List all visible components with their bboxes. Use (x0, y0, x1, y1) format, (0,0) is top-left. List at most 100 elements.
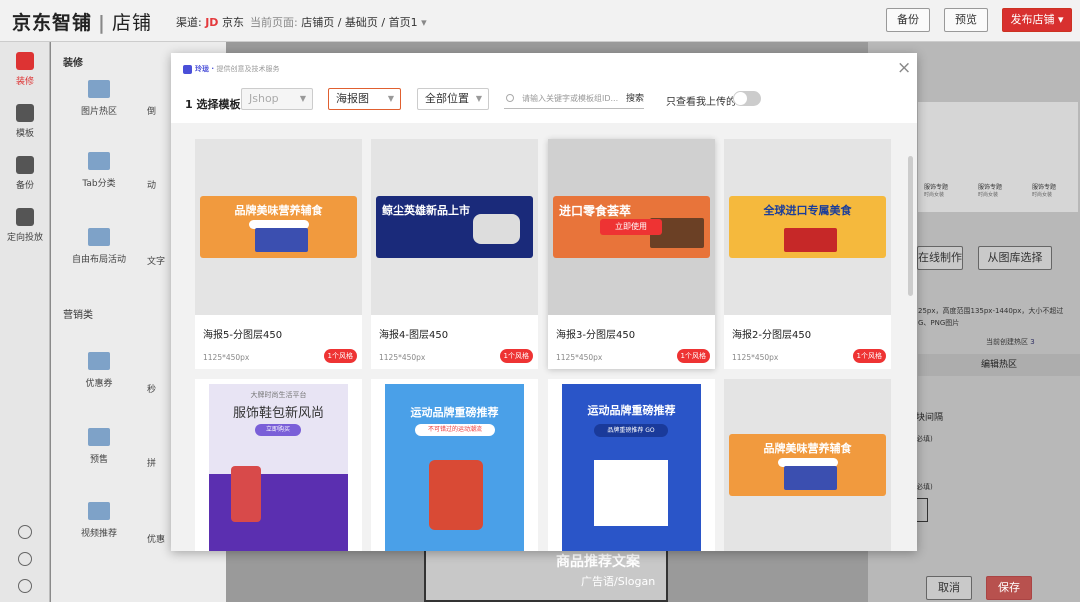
only-mine-label: 只查看我上传的 (666, 97, 736, 108)
folder-icon (88, 152, 110, 170)
canvas-copy-text: 商品推荐文案 (556, 554, 640, 570)
template-card[interactable]: 品牌美味营养辅食 (724, 379, 891, 551)
edit-hotzone-button[interactable]: 编辑热区 (918, 354, 1080, 376)
template-thumb: 运动品牌重磅推荐 不可错过的运动潮流 (385, 384, 524, 551)
template-thumb: 运动品牌重磅推荐 品牌重磅推荐 GO (562, 384, 701, 551)
help-icon[interactable] (18, 525, 32, 539)
hotzone-link[interactable]: 当前创建热区 3 (986, 337, 1035, 347)
clock-icon (88, 428, 110, 446)
style-badge[interactable]: 1个风格 (499, 349, 533, 363)
search-input[interactable]: 请输入关键字或模板组ID... 搜索 (504, 91, 644, 109)
canvas-banner[interactable]: 商品推荐文案 广告语/Slogan (424, 545, 668, 602)
nav-item-backup[interactable]: 备份 (0, 156, 50, 191)
poster-title: 运动品牌重磅推荐 (587, 404, 676, 417)
template-thumb: 品牌美味营养辅食 (195, 139, 362, 315)
template-card[interactable]: 全球进口专属美食 海报2-分图层450 1125*450px 1个风格 (724, 139, 891, 369)
banner-image: 全球进口专属美食 (729, 196, 886, 258)
product-image (783, 228, 838, 252)
template-card-hovered[interactable]: 进口零食荟萃 立即使用 海报3-分图层450 1125*450px 1个风格 (548, 139, 715, 369)
toggle-knob (734, 92, 747, 105)
poster-title: 服饰鞋包新风尚 (232, 406, 324, 421)
template-title: 海报4-图层450 (379, 330, 449, 341)
component-tab[interactable]: Tab分类 (59, 152, 139, 189)
position-select[interactable]: 全部位置 ▼ (417, 88, 489, 110)
vr-headset-image (473, 214, 521, 244)
image-label: 服饰专题 (924, 184, 949, 191)
template-thumb: 进口零食荟萃 立即使用 (548, 139, 715, 315)
template-card[interactable]: 大牌时尚生活平台 服饰鞋包新风尚 立即购买 (195, 379, 362, 551)
left-nav: 装修 模板 备份 定向投放 (0, 42, 50, 602)
modal-header: 玲珑 · 提供创意及技术服务 × 1 选择模板 Jshop ▼ 海报图 ▼ 全部位置… (171, 53, 917, 123)
banner-text: 全球进口专属美食 (763, 204, 852, 217)
search-button[interactable]: 搜索 (626, 91, 644, 107)
template-size: 1125*450px (203, 353, 250, 362)
component-free-layout[interactable]: 自由布局活动 (59, 228, 139, 265)
cancel-button[interactable]: 取消 (926, 576, 972, 600)
coupon-icon (88, 352, 110, 370)
chevron-down-icon: ▼ (299, 94, 306, 103)
online-make-button[interactable]: 在线制作 (917, 246, 963, 270)
poster-button: 不可错过的运动潮流 (415, 424, 495, 436)
hotzone-icon (88, 80, 110, 98)
template-select-modal: 玲珑 · 提供创意及技术服务 × 1 选择模板 Jshop ▼ 海报图 ▼ 全部位置… (171, 53, 917, 551)
platform-select[interactable]: Jshop ▼ (241, 88, 313, 110)
search-icon (506, 94, 514, 102)
image-label: 服饰专题 (1032, 184, 1057, 191)
block-gap-label: 块间隔 (916, 413, 944, 423)
publish-button[interactable]: 发布店铺 ▾ (1002, 8, 1072, 32)
nav-item-decorate[interactable]: 装修 (0, 52, 50, 87)
template-card[interactable]: 运动品牌重磅推荐 品牌重磅推荐 GO (548, 379, 715, 551)
style-badge[interactable]: 1个风格 (852, 349, 886, 363)
scrollbar[interactable] (908, 156, 913, 296)
component-video[interactable]: 视频推荐 (59, 502, 139, 539)
component-presale[interactable]: 预售 (59, 428, 139, 465)
poster-button: 立即购买 (255, 424, 301, 436)
required-hint: 必填) (916, 435, 933, 443)
save-button[interactable]: 保存 (986, 576, 1032, 600)
use-now-button[interactable]: 立即使用 (600, 219, 662, 235)
gallery-select-button[interactable]: 从图库选择 (978, 246, 1052, 270)
preview-button[interactable]: 预览 (944, 8, 988, 32)
nav-item-template[interactable]: 模板 (0, 104, 50, 139)
style-badge[interactable]: 1个风格 (323, 349, 357, 363)
image-label: 服饰专题 (978, 184, 1003, 191)
template-title: 海报2-分图层450 (732, 330, 812, 341)
banner-image: 品牌美味营养辅食 (200, 196, 357, 258)
sneaker-image (594, 460, 668, 526)
preview-image: 服饰专题 服饰专题 服饰专题 时尚女装 时尚女装 时尚女装 (918, 102, 1078, 212)
template-card[interactable]: 品牌美味营养辅食 海报5-分图层450 1125*450px 1个风格 (195, 139, 362, 369)
suitcase-image (231, 466, 261, 522)
banner-text: 品牌美味营养辅食 (234, 204, 323, 217)
headset-icon[interactable] (18, 552, 32, 566)
top-bar: 京东智铺 | 店铺 渠道: JD 京东 当前页面: 店铺页 / 基础页 / 首页1 … (0, 0, 1080, 42)
template-title: 海报5-分图层450 (203, 330, 283, 341)
image-sublabel: 时尚女装 (978, 192, 999, 198)
image-sublabel: 时尚女装 (924, 192, 945, 198)
image-spec-text: G、PNG图片 (918, 319, 960, 327)
template-title: 海报3-分图层450 (556, 330, 636, 341)
component-coupon[interactable]: 优惠券 (59, 352, 139, 389)
nav-item-targeting[interactable]: 定向投放 (0, 208, 50, 243)
banner-text: 进口零食荟萃 (559, 204, 632, 218)
current-page-info[interactable]: 当前页面: 店铺页 / 基础页 / 首页1 ▾ (250, 14, 427, 30)
poster-subtitle: 大牌时尚生活平台 (250, 391, 307, 399)
type-select[interactable]: 海报图 ▼ (328, 88, 401, 110)
template-card[interactable]: 鲸尘英雄新品上市 海报4-图层450 1125*450px 1个风格 (371, 139, 538, 369)
poster-button: 品牌重磅推荐 GO (594, 424, 668, 437)
app-logo: 京东智铺 | 店铺 (12, 12, 152, 34)
video-icon (88, 502, 110, 520)
close-icon[interactable]: × (897, 60, 911, 77)
component-hotzone[interactable]: 图片热区 (59, 80, 139, 117)
feedback-icon[interactable] (18, 579, 32, 593)
template-card[interactable]: 运动品牌重磅推荐 不可错过的运动潮流 (371, 379, 538, 551)
banner-text: 品牌美味营养辅食 (763, 442, 852, 455)
style-badge[interactable]: 1个风格 (676, 349, 710, 363)
product-image (254, 228, 309, 252)
canvas-slogan-text: 广告语/Slogan (581, 575, 656, 588)
backup-button[interactable]: 备份 (886, 8, 930, 32)
linglong-logo-icon (183, 64, 192, 74)
only-mine-toggle[interactable] (733, 91, 761, 106)
product-image (783, 466, 838, 490)
step-title: 1 选择模板 (185, 98, 241, 111)
gap-input[interactable] (916, 498, 928, 522)
